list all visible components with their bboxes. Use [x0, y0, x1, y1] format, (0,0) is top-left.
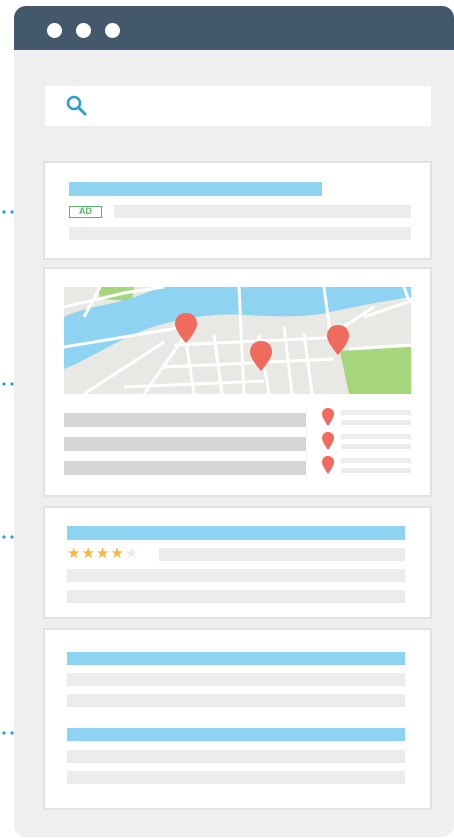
park-area: [339, 347, 411, 394]
organic-results-card[interactable]: [43, 628, 432, 810]
star-empty-icon: ★: [124, 545, 140, 562]
search-icon[interactable]: [65, 94, 89, 118]
review-result-title[interactable]: [67, 526, 405, 540]
organic-result-snippet: [67, 673, 405, 686]
map-panel[interactable]: [64, 287, 411, 394]
window-minimize-button[interactable]: [76, 23, 91, 38]
organic-result-snippet: [67, 750, 405, 763]
review-result-meta: [159, 548, 405, 561]
ad-result-url: [114, 205, 411, 218]
ad-badge: AD: [69, 206, 102, 218]
organic-result-snippet: [67, 771, 405, 784]
map-pin-icon: [322, 456, 334, 474]
local-listing-detail: [341, 434, 411, 439]
map-pin-icon: [322, 408, 334, 426]
local-listing-detail: [341, 410, 411, 415]
window-maximize-button[interactable]: [105, 23, 120, 38]
review-result-snippet: [67, 590, 405, 603]
local-listing-name[interactable]: [64, 437, 306, 451]
ad-result-title[interactable]: [69, 182, 322, 196]
organic-result-title[interactable]: [67, 652, 405, 665]
window-close-button[interactable]: [47, 23, 62, 38]
local-listing-detail: [341, 444, 411, 449]
star-rating: ★★★★★: [67, 546, 139, 561]
organic-result-snippet: [67, 694, 405, 707]
local-listing-name[interactable]: [64, 461, 306, 475]
star-filled-icon: ★: [95, 545, 111, 562]
review-result-snippet: [67, 569, 405, 582]
organic-result-title[interactable]: [67, 728, 405, 741]
local-listing-name[interactable]: [64, 413, 306, 427]
star-filled-icon: ★: [110, 545, 125, 562]
window-titlebar: [14, 6, 454, 50]
map-result-card[interactable]: [43, 267, 432, 497]
search-input[interactable]: [45, 86, 431, 126]
ad-result-snippet: [69, 227, 411, 240]
browser-window: AD ★★★★★: [14, 6, 454, 837]
star-filled-icon: ★: [81, 545, 96, 562]
local-listing-detail: [341, 458, 411, 463]
map-pin-icon: [322, 432, 334, 450]
star-filled-icon: ★: [67, 545, 82, 562]
local-listing-detail: [341, 468, 411, 473]
ad-result-card[interactable]: AD: [43, 161, 432, 260]
review-result-card[interactable]: ★★★★★: [43, 506, 432, 619]
local-listing-detail: [341, 420, 411, 425]
